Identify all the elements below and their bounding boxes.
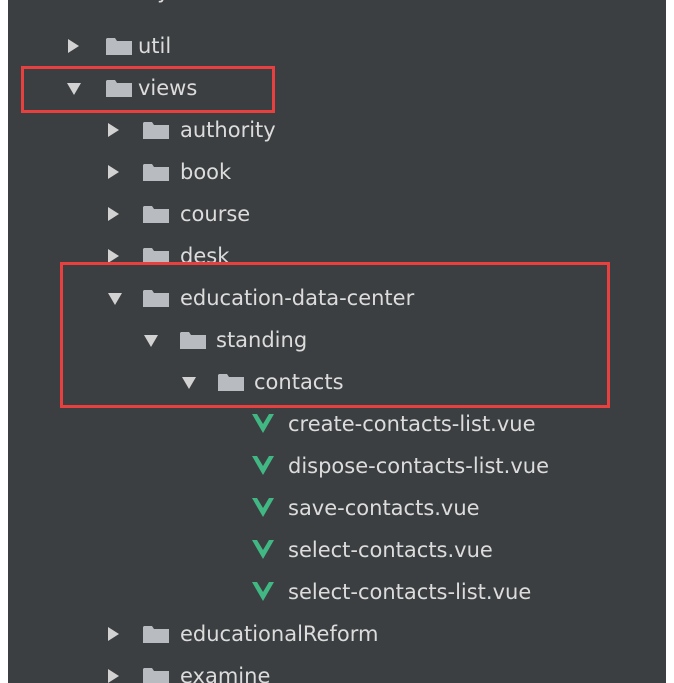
project-file-tree: styles util views authority book — [8, 0, 666, 683]
tree-item-course[interactable]: course — [8, 193, 666, 235]
tree-item-label: book — [180, 160, 232, 184]
folder-icon — [143, 121, 169, 139]
tree-item-desk[interactable]: desk — [8, 235, 666, 277]
tree-item-book[interactable]: book — [8, 151, 666, 193]
tree-item-examine[interactable]: examine — [8, 655, 666, 683]
chevron-down-icon[interactable] — [108, 293, 122, 305]
chevron-right-icon[interactable] — [108, 627, 119, 641]
tree-item-label: standing — [216, 328, 308, 352]
chevron-right-icon[interactable] — [68, 39, 79, 53]
tree-item-label: examine — [180, 664, 271, 683]
folder-icon — [143, 205, 169, 223]
tree-item-util[interactable]: util — [8, 25, 666, 67]
folder-icon — [106, 79, 132, 97]
tree-item-dispose-contacts-list-vue[interactable]: dispose-contacts-list.vue — [8, 445, 666, 487]
folder-icon — [143, 247, 169, 265]
tree-item-label: authority — [180, 118, 276, 142]
folder-icon — [218, 373, 244, 391]
tree-item-label: contacts — [254, 370, 344, 394]
tree-item-educationalreform[interactable]: educationalReform — [8, 613, 666, 655]
folder-icon — [106, 37, 132, 55]
tree-item-education-data-center[interactable]: education-data-center — [8, 277, 666, 319]
chevron-right-icon[interactable] — [108, 207, 119, 221]
tree-item-views[interactable]: views — [8, 67, 666, 109]
chevron-down-icon[interactable] — [182, 377, 196, 389]
chevron-down-icon[interactable] — [144, 335, 158, 347]
folder-icon — [180, 331, 206, 349]
chevron-right-icon[interactable] — [108, 165, 119, 179]
chevron-right-icon[interactable] — [108, 249, 119, 263]
tree-item-authority[interactable]: authority — [8, 109, 666, 151]
tree-item-label: course — [180, 202, 251, 226]
folder-icon — [143, 289, 169, 307]
tree-item-label: select-contacts-list.vue — [288, 580, 532, 604]
vue-file-icon — [252, 414, 274, 434]
chevron-right-icon[interactable] — [108, 669, 119, 683]
chevron-down-icon[interactable] — [67, 83, 81, 95]
tree-item-create-contacts-list-vue[interactable]: create-contacts-list.vue — [8, 403, 666, 445]
tree-item-label: create-contacts-list.vue — [288, 412, 536, 436]
tree-item-save-contacts-vue[interactable]: save-contacts.vue — [8, 487, 666, 529]
folder-icon — [143, 625, 169, 643]
tree-item-standing[interactable]: standing — [8, 319, 666, 361]
tree-item-label: styles — [138, 0, 199, 3]
tree-item-label: save-contacts.vue — [288, 496, 480, 520]
folder-icon — [143, 163, 169, 181]
tree-item-select-contacts-vue[interactable]: select-contacts.vue — [8, 529, 666, 571]
folder-icon — [143, 667, 169, 683]
tree-item-label: education-data-center — [180, 286, 415, 310]
vue-file-icon — [252, 582, 274, 602]
tree-item-label: views — [138, 76, 198, 100]
tree-item-contacts[interactable]: contacts — [8, 361, 666, 403]
tree-item-label: util — [138, 34, 172, 58]
tree-item-label: educationalReform — [180, 622, 379, 646]
tree-item-styles[interactable]: styles — [8, 0, 666, 12]
vue-file-icon — [252, 498, 274, 518]
tree-item-label: select-contacts.vue — [288, 538, 493, 562]
vue-file-icon — [252, 540, 274, 560]
chevron-right-icon[interactable] — [108, 123, 119, 137]
tree-item-select-contacts-list-vue[interactable]: select-contacts-list.vue — [8, 571, 666, 613]
tree-item-label: desk — [180, 244, 230, 268]
tree-item-label: dispose-contacts-list.vue — [288, 454, 550, 478]
vue-file-icon — [252, 456, 274, 476]
